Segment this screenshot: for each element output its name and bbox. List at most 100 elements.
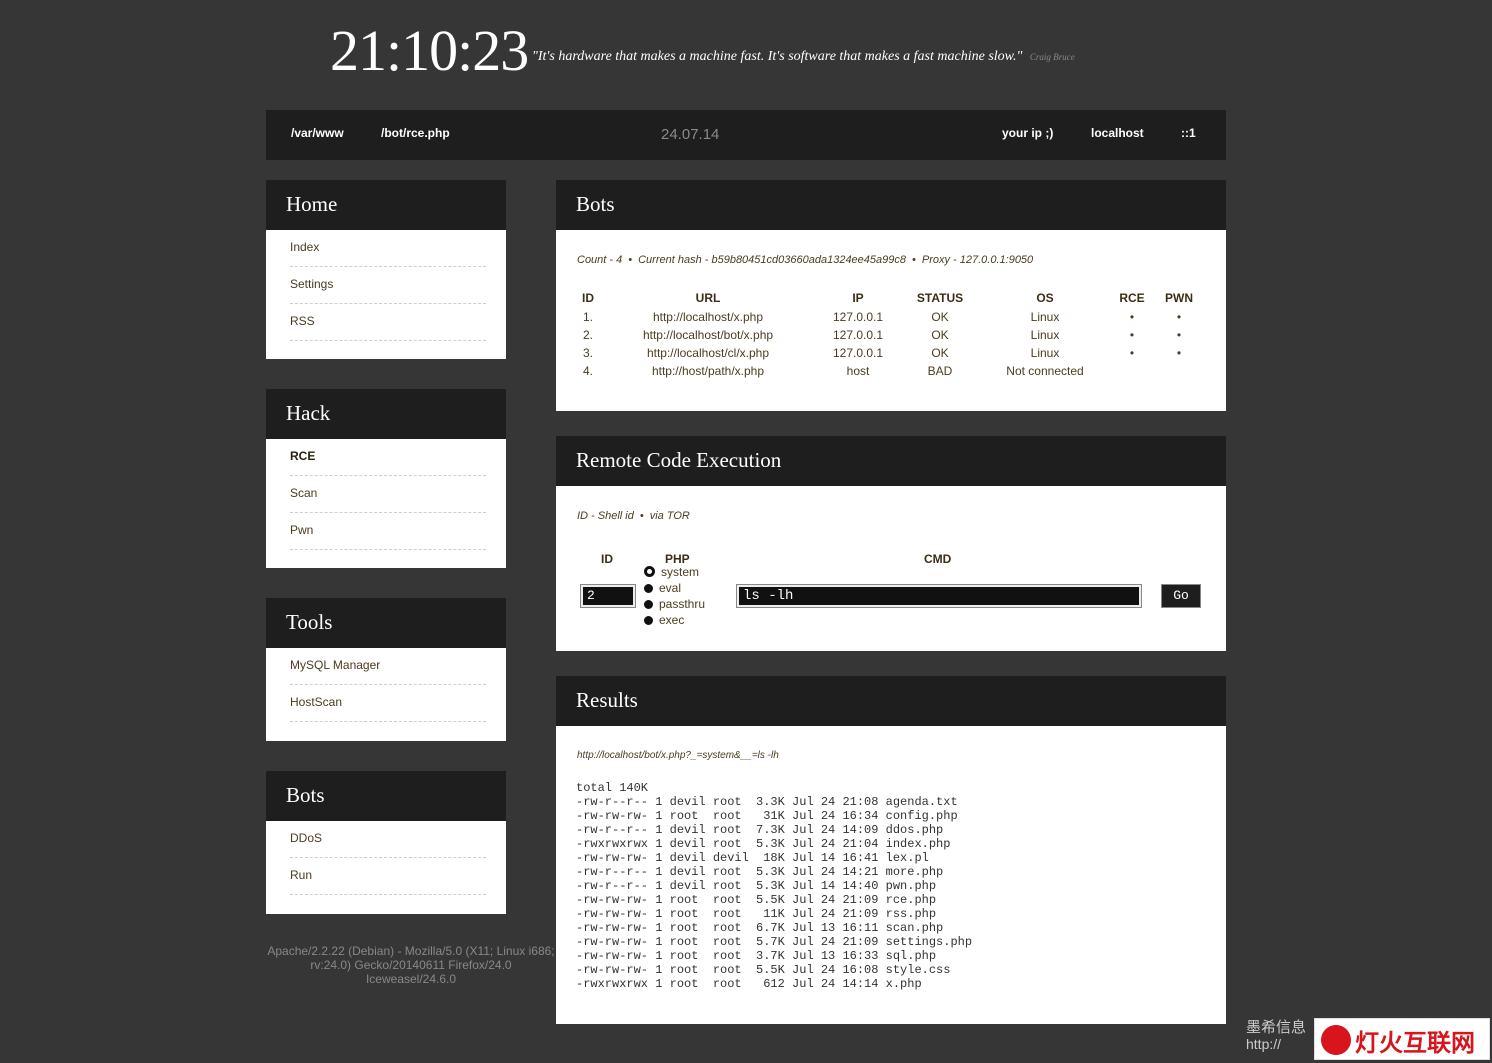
col-os: OS (1036, 291, 1054, 305)
sidebar-title-tools: Tools (266, 598, 506, 648)
quote: "It's hardware that makes a machine fast… (532, 49, 1075, 65)
table-row: 1. http://localhost/x.php 127.0.0.1 OK L… (576, 308, 1204, 326)
bots-panel: Bots Count - 4 • Current hash - b59b80451c… (556, 180, 1226, 411)
sidebar-hack: Hack RCE Scan Pwn (266, 389, 506, 568)
sidebar-bots: Bots DDoS Run (266, 771, 506, 914)
sidebar-item-hostscan[interactable]: HostScan (290, 685, 486, 722)
your-ip-link[interactable]: your ip ;) (1002, 126, 1053, 140)
results-url: http://localhost/bot/x.php?_=system&__=l… (577, 750, 779, 761)
rce-col-id: ID (601, 552, 613, 566)
date: 24.07.14 (661, 126, 720, 143)
php-option-passthru[interactable]: passthru (644, 596, 705, 612)
sidebar-title-bots: Bots (266, 771, 506, 821)
php-option-exec[interactable]: exec (644, 612, 684, 628)
php-option-system[interactable]: system (644, 564, 699, 580)
file-link[interactable]: /bot/rce.php (381, 126, 450, 140)
bots-hash: Current hash - b59b80451cd03660ada1324ee… (638, 254, 907, 266)
sidebar-item-settings[interactable]: Settings (290, 267, 486, 304)
sidebar-item-ddos[interactable]: DDoS (290, 821, 486, 858)
cell-status: OK (931, 310, 949, 324)
watermark-url: http:// (1246, 1036, 1282, 1052)
server-info-footer: Apache/2.2.22 (Debian) - Mozilla/5.0 (X1… (267, 944, 555, 986)
cell-url: http://localhost/cl/x.php (646, 346, 770, 360)
logo-ball-icon (1321, 1025, 1351, 1055)
cell-os: Linux (1030, 328, 1060, 342)
col-id: ID (582, 291, 594, 305)
cell-pwn: • (1176, 328, 1182, 342)
sidebar-item-mysql-manager[interactable]: MySQL Manager (290, 648, 486, 685)
clock: 21:10:23 (330, 18, 529, 83)
rce-panel: Remote Code Execution ID - Shell id • via … (556, 436, 1226, 651)
bots-panel-title: Bots (556, 180, 1226, 230)
cell-status: OK (931, 346, 949, 360)
php-option-label: system (661, 565, 700, 579)
table-row: 2. http://localhost/bot/x.php 127.0.0.1 … (576, 326, 1204, 344)
path-link[interactable]: /var/www (291, 126, 344, 140)
cell-rce (1110, 362, 1154, 380)
radio-icon[interactable] (644, 584, 653, 593)
radio-icon[interactable] (644, 600, 653, 609)
sidebar-item-rss[interactable]: RSS (290, 304, 486, 341)
go-button[interactable]: Go (1161, 584, 1201, 608)
shell-id-input[interactable]: 2 (580, 584, 636, 608)
cell-ip: 127.0.0.1 (832, 346, 884, 360)
bots-table: ID URL IP STATUS OS RCE PWN 1. http://lo… (576, 288, 1204, 380)
cell-id: 3. (582, 346, 593, 360)
cell-ip: 127.0.0.1 (832, 328, 884, 342)
cell-ip: 127.0.0.1 (832, 310, 884, 324)
col-url: URL (695, 291, 721, 305)
results-panel: Results http://localhost/bot/x.php?_=sys… (556, 676, 1226, 1024)
cell-pwn: • (1176, 310, 1182, 324)
rce-panel-title: Remote Code Execution (556, 436, 1226, 486)
col-ip: IP (852, 291, 864, 305)
cell-rce: • (1129, 346, 1135, 360)
sidebar-tools: Tools MySQL Manager HostScan (266, 598, 506, 741)
cell-os: Linux (1030, 310, 1060, 324)
watermark-brand: 灯火互联网 (1355, 1030, 1475, 1057)
php-option-label: eval (659, 581, 682, 595)
cell-rce: • (1129, 310, 1135, 324)
cell-id: 1. (582, 310, 593, 324)
php-option-label: exec (659, 613, 685, 627)
cell-os: Not connected (1006, 364, 1084, 378)
table-row: 3. http://localhost/cl/x.php 127.0.0.1 O… (576, 344, 1204, 362)
sidebar-item-run[interactable]: Run (290, 858, 486, 895)
sidebar-item-rce[interactable]: RCE (290, 439, 486, 476)
cell-pwn: • (1176, 346, 1182, 360)
top-bar: /var/www /bot/rce.php 24.07.14 your ip ;… (266, 110, 1226, 160)
ip-link[interactable]: ::1 (1181, 126, 1196, 140)
watermark: 墨希信息 http:// 灯火互联网 (1246, 1016, 1492, 1063)
cell-id: 4. (582, 364, 593, 378)
php-option-label: passthru (659, 597, 706, 611)
results-panel-title: Results (556, 676, 1226, 726)
table-row: 4. http://host/path/x.php host BAD Not c… (576, 362, 1204, 380)
cell-os: Linux (1030, 346, 1060, 360)
bots-meta: Count - 4 • Current hash - b59b80451cd0366… (577, 254, 1034, 266)
col-status: STATUS (916, 291, 964, 305)
rce-col-cmd: CMD (924, 552, 952, 566)
cmd-input[interactable]: ls -lh (736, 584, 1142, 608)
col-pwn: PWN (1165, 291, 1193, 305)
radio-selected-icon[interactable] (644, 566, 655, 577)
sidebar-item-pwn[interactable]: Pwn (290, 513, 486, 550)
cell-url: http://host/path/x.php (651, 364, 765, 378)
cell-pwn (1154, 362, 1204, 380)
cell-ip: host (846, 364, 870, 378)
sidebar-home: Home Index Settings RSS (266, 180, 506, 359)
sidebar-title-home: Home (266, 180, 506, 230)
col-rce: RCE (1119, 291, 1145, 305)
sidebar-item-index[interactable]: Index (290, 230, 486, 267)
cell-rce: • (1129, 328, 1135, 342)
php-option-eval[interactable]: eval (644, 580, 681, 596)
cell-url: http://localhost/x.php (652, 310, 764, 324)
bots-proxy: Proxy - 127.0.0.1:9050 (921, 254, 1034, 266)
quote-text: "It's hardware that makes a machine fast… (532, 49, 1023, 64)
cell-status: OK (931, 328, 949, 342)
host-link[interactable]: localhost (1091, 126, 1144, 140)
sidebar-item-scan[interactable]: Scan (290, 476, 486, 513)
watermark-cn: 墨希信息 (1246, 1019, 1307, 1036)
cell-status: BAD (927, 364, 953, 378)
watermark-logo: 灯火互联网 (1314, 1018, 1490, 1060)
cell-url: http://localhost/bot/x.php (642, 328, 774, 342)
radio-icon[interactable] (644, 616, 653, 625)
